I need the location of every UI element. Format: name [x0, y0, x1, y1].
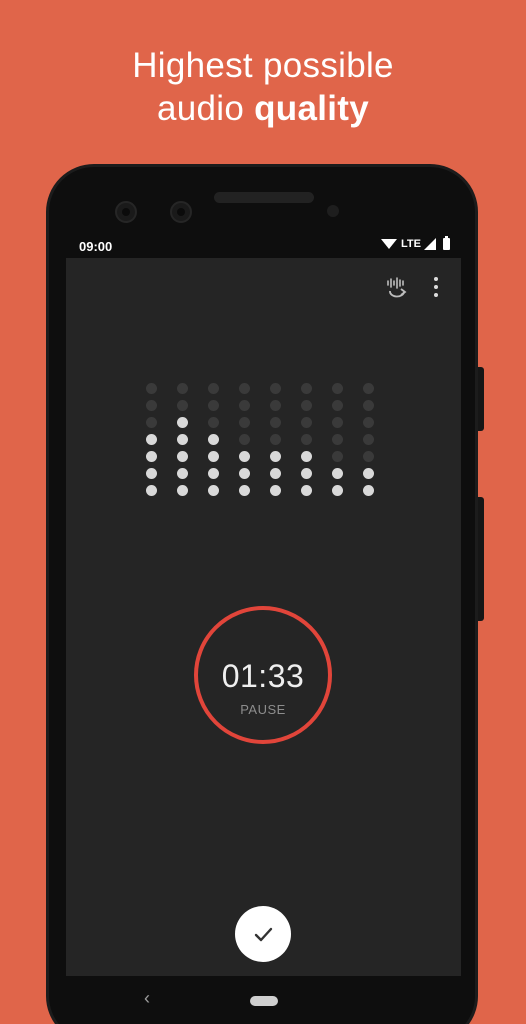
level-dot [208, 485, 219, 496]
proximity-sensor [327, 205, 339, 217]
elapsed-time: 01:33 [221, 658, 305, 694]
level-dot [332, 400, 343, 411]
volume-button [478, 497, 484, 621]
level-dot [301, 485, 312, 496]
level-dot [177, 485, 188, 496]
more-vert-icon[interactable] [429, 277, 443, 297]
level-dot [332, 417, 343, 428]
level-dot [363, 468, 374, 479]
level-dot [146, 434, 157, 445]
level-dot [363, 451, 374, 462]
level-dot [270, 434, 281, 445]
level-dot [363, 434, 374, 445]
app-screen: 01:33 PAUSE [66, 258, 461, 976]
back-icon[interactable]: ‹ [144, 988, 150, 1009]
front-camera-icon-2 [170, 201, 192, 223]
level-dot [177, 451, 188, 462]
level-dot [270, 400, 281, 411]
level-dot [332, 485, 343, 496]
network-type: LTE [401, 238, 421, 250]
level-dot [270, 383, 281, 394]
level-dot [332, 383, 343, 394]
earpiece-speaker [214, 192, 314, 203]
audio-source-icon[interactable] [384, 275, 408, 304]
level-dot [239, 468, 250, 479]
level-dot [301, 417, 312, 428]
level-dot [146, 485, 157, 496]
level-dot [270, 485, 281, 496]
level-dot [332, 434, 343, 445]
level-dot [208, 468, 219, 479]
level-dot [239, 417, 250, 428]
level-dot [301, 451, 312, 462]
front-camera-icon [115, 201, 137, 223]
battery-icon [443, 236, 450, 250]
level-dot [239, 383, 250, 394]
pause-label: PAUSE [240, 702, 286, 717]
promo-line-2-bold: quality [254, 89, 370, 128]
promo-line-2: audio quality [0, 87, 526, 130]
level-dot [332, 451, 343, 462]
level-dot [363, 383, 374, 394]
signal-icon [424, 238, 436, 250]
promo-line-2-regular: audio [156, 89, 255, 128]
wifi-icon [381, 239, 398, 249]
level-dot [208, 417, 219, 428]
level-dot [177, 434, 188, 445]
level-dot [177, 468, 188, 479]
level-dot [239, 434, 250, 445]
confirm-button[interactable] [235, 906, 291, 962]
power-button [478, 367, 484, 431]
level-dot [208, 451, 219, 462]
level-dot [208, 400, 219, 411]
promo-line-1: Highest possible [132, 46, 394, 85]
level-dot [146, 451, 157, 462]
check-icon [254, 927, 273, 942]
level-dot [177, 400, 188, 411]
level-dot [270, 451, 281, 462]
system-nav-bar: ‹ [66, 976, 461, 1024]
level-dot [301, 468, 312, 479]
level-dot [177, 383, 188, 394]
level-dot [146, 400, 157, 411]
level-dot [270, 468, 281, 479]
promo-headline: Highest possible audio quality [0, 44, 526, 130]
status-icons: LTE [381, 236, 450, 250]
level-dot [363, 400, 374, 411]
level-dot [301, 434, 312, 445]
status-bar: 09:00 LTE [66, 233, 464, 259]
level-dot [332, 468, 343, 479]
home-pill-icon[interactable] [250, 996, 278, 1006]
level-dot [239, 485, 250, 496]
phone-frame: 09:00 LTE 01:33 PAUSE ‹ [46, 164, 484, 1024]
level-dot [301, 383, 312, 394]
level-dot [363, 417, 374, 428]
level-dot [270, 417, 281, 428]
level-dot [363, 485, 374, 496]
level-dot [177, 417, 188, 428]
status-time: 09:00 [79, 239, 113, 254]
level-dot [208, 434, 219, 445]
level-dot [146, 417, 157, 428]
level-dot [239, 451, 250, 462]
level-dot [301, 400, 312, 411]
level-dot [146, 468, 157, 479]
level-dot [208, 383, 219, 394]
level-dot [239, 400, 250, 411]
level-dot [146, 383, 157, 394]
timer-ring[interactable]: 01:33 PAUSE [194, 606, 332, 744]
